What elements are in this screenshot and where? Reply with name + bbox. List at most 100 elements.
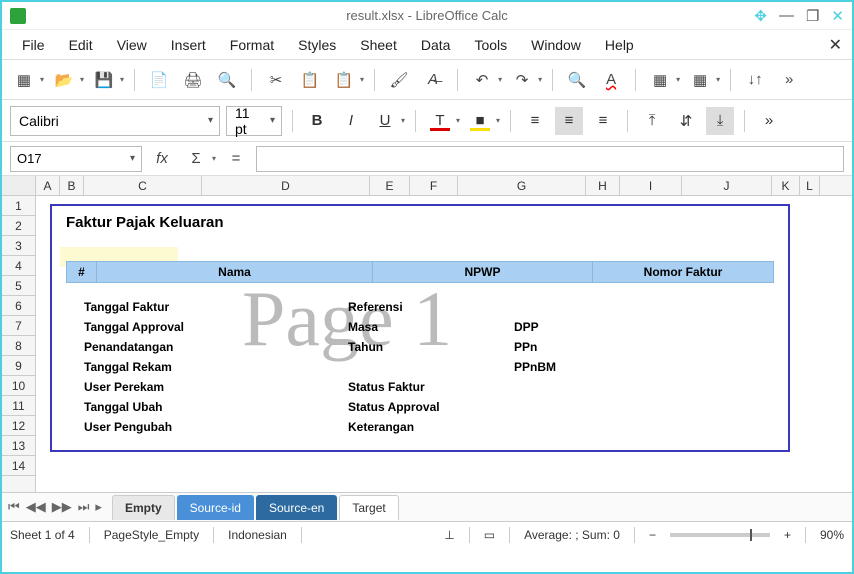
row-header[interactable]: 3 <box>2 236 35 256</box>
column-header[interactable]: L <box>800 176 820 195</box>
col-dropdown[interactable]: ▾ <box>716 75 720 84</box>
find-button[interactable]: 🔍 <box>563 66 591 94</box>
save-button[interactable]: 💾 <box>90 66 118 94</box>
menu-help[interactable]: Help <box>593 31 646 59</box>
status-selection-mode[interactable]: ▭ <box>484 528 495 542</box>
add-sheet-button[interactable]: ▸ <box>95 499 102 515</box>
sum-button[interactable]: Σ <box>182 145 210 173</box>
close-doc-button[interactable]: ✕ <box>829 35 842 55</box>
highlight-button[interactable]: ■ <box>466 107 494 135</box>
sheet-tab-source-id[interactable]: Source-id <box>177 495 254 520</box>
menu-view[interactable]: View <box>105 31 159 59</box>
minimize-button[interactable]: — <box>779 7 794 25</box>
column-header[interactable]: E <box>370 176 410 195</box>
column-header[interactable]: B <box>60 176 84 195</box>
sheet-tab-source-en[interactable]: Source-en <box>256 495 337 520</box>
column-header[interactable]: C <box>84 176 202 195</box>
menu-file[interactable]: File <box>10 31 57 59</box>
zoom-value[interactable]: 90% <box>820 528 844 542</box>
sum-dropdown[interactable]: ▾ <box>212 154 216 163</box>
cut-button[interactable]: ✂ <box>262 66 290 94</box>
open-dropdown[interactable]: ▾ <box>80 75 84 84</box>
font-color-button[interactable]: T <box>426 107 454 135</box>
sheet-tab-empty[interactable]: Empty <box>112 495 175 520</box>
align-top-button[interactable]: ⤒ <box>638 107 666 135</box>
menu-tools[interactable]: Tools <box>462 31 519 59</box>
bold-button[interactable]: B <box>303 107 331 135</box>
formula-button[interactable]: = <box>222 145 250 173</box>
menu-edit[interactable]: Edit <box>57 31 105 59</box>
menu-styles[interactable]: Styles <box>286 31 348 59</box>
row-header[interactable]: 2 <box>2 216 35 236</box>
align-center-button[interactable]: ≡ <box>555 107 583 135</box>
underline-dropdown[interactable]: ▾ <box>401 116 405 125</box>
status-calc[interactable]: Average: ; Sum: 0 <box>524 528 620 542</box>
column-header[interactable]: J <box>682 176 772 195</box>
highlight-dropdown[interactable]: ▾ <box>496 116 500 125</box>
row-header[interactable]: 5 <box>2 276 35 296</box>
row-header[interactable]: 10 <box>2 376 35 396</box>
close-window-button[interactable]: ✕ <box>831 7 844 25</box>
new-dropdown[interactable]: ▾ <box>40 75 44 84</box>
column-header[interactable]: K <box>772 176 800 195</box>
row-header[interactable]: 12 <box>2 416 35 436</box>
sort-button[interactable]: ↓↑ <box>741 66 769 94</box>
align-right-button[interactable]: ≡ <box>589 107 617 135</box>
redo-button[interactable]: ↷ <box>508 66 536 94</box>
menu-window[interactable]: Window <box>519 31 593 59</box>
undo-dropdown[interactable]: ▾ <box>498 75 502 84</box>
menu-data[interactable]: Data <box>409 31 463 59</box>
more-button[interactable]: » <box>775 66 803 94</box>
select-all-corner[interactable] <box>2 176 36 195</box>
undo-button[interactable]: ↶ <box>468 66 496 94</box>
column-header[interactable]: D <box>202 176 370 195</box>
tab-prev-button[interactable]: ◀◀ <box>26 499 46 515</box>
menu-insert[interactable]: Insert <box>159 31 218 59</box>
row-header[interactable]: 9 <box>2 356 35 376</box>
row-button[interactable]: ▦ <box>646 66 674 94</box>
print-preview-button[interactable]: 🔍 <box>213 66 241 94</box>
status-language[interactable]: Indonesian <box>228 528 287 542</box>
function-wizard-button[interactable]: fx <box>148 145 176 173</box>
tab-last-button[interactable]: ⏭ <box>78 499 90 515</box>
tab-next-button[interactable]: ▶▶ <box>52 499 72 515</box>
more-format-button[interactable]: » <box>755 107 783 135</box>
export-pdf-button[interactable]: 📄 <box>145 66 173 94</box>
menu-format[interactable]: Format <box>218 31 286 59</box>
paste-button[interactable]: 📋 <box>330 66 358 94</box>
row-header[interactable]: 14 <box>2 456 35 476</box>
zoom-out-button[interactable]: − <box>649 528 656 542</box>
new-button[interactable]: ▦ <box>10 66 38 94</box>
save-dropdown[interactable]: ▾ <box>120 75 124 84</box>
sheet-tab-target[interactable]: Target <box>339 495 398 520</box>
italic-button[interactable]: I <box>337 107 365 135</box>
row-dropdown[interactable]: ▾ <box>676 75 680 84</box>
row-header[interactable]: 4 <box>2 256 35 276</box>
clone-format-button[interactable]: 🖌 <box>385 66 413 94</box>
menu-sheet[interactable]: Sheet <box>348 31 409 59</box>
font-size-select[interactable]: 11 pt ▾ <box>226 106 282 136</box>
cells-area[interactable]: Page 1 Faktur Pajak Keluaran # Nama NPWP… <box>36 196 852 492</box>
spellcheck-button[interactable]: A <box>597 66 625 94</box>
zoom-in-button[interactable]: + <box>784 528 791 542</box>
row-header[interactable]: 11 <box>2 396 35 416</box>
row-header[interactable]: 7 <box>2 316 35 336</box>
print-button[interactable]: 🖨 <box>179 66 207 94</box>
formula-input[interactable] <box>256 146 844 172</box>
align-bottom-button[interactable]: ⤓ <box>706 107 734 135</box>
maximize-button[interactable]: ❐ <box>806 7 819 25</box>
font-color-dropdown[interactable]: ▾ <box>456 116 460 125</box>
move-icon[interactable]: ✥ <box>754 7 767 25</box>
col-button[interactable]: ▦ <box>686 66 714 94</box>
redo-dropdown[interactable]: ▾ <box>538 75 542 84</box>
zoom-slider[interactable] <box>670 533 770 537</box>
paste-dropdown[interactable]: ▾ <box>360 75 364 84</box>
copy-button[interactable]: 📋 <box>296 66 324 94</box>
status-style[interactable]: PageStyle_Empty <box>104 528 199 542</box>
name-box[interactable]: O17 ▾ <box>10 146 142 172</box>
row-header[interactable]: 1 <box>2 196 35 216</box>
column-header[interactable]: H <box>586 176 620 195</box>
column-header[interactable]: G <box>458 176 586 195</box>
row-header[interactable]: 13 <box>2 436 35 456</box>
underline-button[interactable]: U <box>371 107 399 135</box>
